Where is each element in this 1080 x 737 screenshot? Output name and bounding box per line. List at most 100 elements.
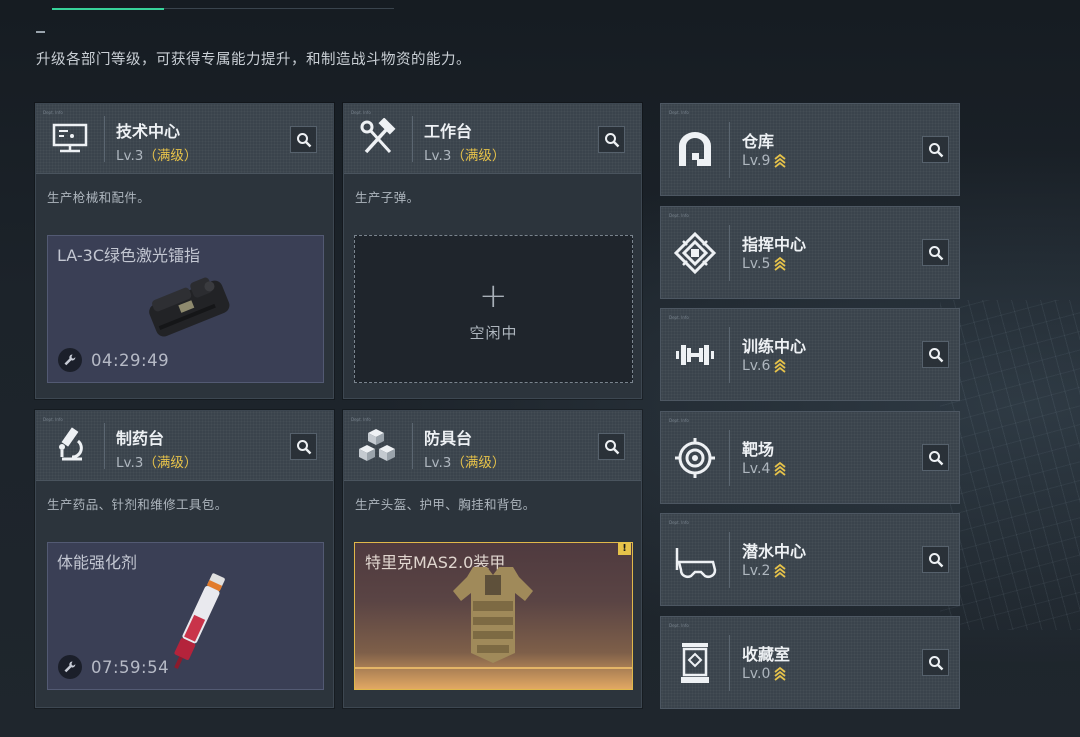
level-text: Lv.9 bbox=[742, 153, 771, 169]
upgrade-chevron-icon bbox=[774, 666, 786, 682]
diving-mask-icon bbox=[673, 538, 717, 582]
header-divider bbox=[104, 116, 105, 162]
dept-level: Lv.4 bbox=[742, 461, 786, 477]
timer-text: 04:29:49 bbox=[91, 350, 170, 370]
card-tag: Dept. Info bbox=[669, 110, 689, 115]
inspect-button[interactable] bbox=[598, 433, 625, 460]
glow-line bbox=[355, 667, 632, 669]
warehouse-icon bbox=[673, 128, 717, 172]
section-dash bbox=[36, 31, 45, 33]
upgrade-chevron-icon bbox=[774, 153, 786, 169]
header-divider bbox=[729, 225, 730, 281]
inspect-button[interactable] bbox=[922, 136, 949, 163]
upgrade-chevron-icon bbox=[774, 461, 786, 477]
dept-card-command-center[interactable]: Dept. Info 指挥中心 Lv.5 bbox=[660, 206, 960, 299]
dept-name: 防具台 bbox=[424, 429, 473, 448]
card-tag: Dept. Info bbox=[669, 418, 689, 423]
header-divider bbox=[412, 116, 413, 162]
inspect-button[interactable] bbox=[922, 341, 949, 368]
inspect-button[interactable] bbox=[922, 239, 949, 266]
dept-level: Lv.2 bbox=[742, 563, 786, 579]
search-icon bbox=[928, 142, 943, 157]
production-timer: 04:29:49 bbox=[58, 348, 169, 372]
idle-label: 空闲中 bbox=[469, 324, 518, 342]
upgrade-chevron-icon bbox=[774, 256, 786, 272]
inspect-button[interactable] bbox=[290, 126, 317, 153]
card-tag: Dept. Info bbox=[669, 520, 689, 525]
card-header: Dept. Info 制药台 Lv.3（满级） bbox=[36, 411, 333, 481]
hammer-wrench-icon bbox=[356, 117, 400, 158]
max-level-badge: （满级） bbox=[143, 455, 198, 471]
dept-name: 靶场 bbox=[742, 440, 775, 459]
dept-card-diving-center[interactable]: Dept. Info 潜水中心 Lv.2 bbox=[660, 513, 960, 606]
search-icon bbox=[928, 245, 943, 260]
dept-level: Lv.5 bbox=[742, 256, 786, 272]
dept-description: 生产头盔、护甲、胸挂和背包。 bbox=[355, 497, 536, 512]
cubes-icon bbox=[356, 425, 400, 465]
timer-text: 07:59:54 bbox=[91, 657, 170, 677]
dept-card-training-center[interactable]: Dept. Info 训练中心 Lv.6 bbox=[660, 308, 960, 401]
ready-alert-badge: ! bbox=[618, 542, 631, 555]
syringe-image bbox=[174, 573, 225, 669]
card-tag: Dept. Info bbox=[669, 623, 689, 628]
dept-card-tech-center[interactable]: Dept. Info 技术中心 Lv.3（满级） 生产枪械和配件。 LA-3C绿… bbox=[35, 103, 334, 399]
level-text: Lv.0 bbox=[742, 666, 771, 682]
tab-bar-line bbox=[164, 8, 394, 9]
header-divider bbox=[729, 430, 730, 486]
card-tag: Dept. Info bbox=[43, 110, 63, 115]
level-text: Lv.3 bbox=[116, 148, 144, 164]
inspect-button[interactable] bbox=[922, 444, 949, 471]
level-text: Lv.3 bbox=[116, 455, 144, 471]
dept-card-shooting-range[interactable]: Dept. Info 靶场 Lv.4 bbox=[660, 411, 960, 504]
dept-card-collection-room[interactable]: Dept. Info 收藏室 Lv.0 bbox=[660, 616, 960, 709]
dept-card-pharmacy[interactable]: Dept. Info 制药台 Lv.3（满级） 生产药品、针剂和维修工具包。 体… bbox=[35, 410, 334, 708]
search-icon bbox=[928, 552, 943, 567]
upgrade-chevron-icon bbox=[774, 358, 786, 374]
dept-card-warehouse[interactable]: Dept. Info 仓库 Lv.9 bbox=[660, 103, 960, 196]
card-tag: Dept. Info bbox=[669, 213, 689, 218]
dept-name: 训练中心 bbox=[742, 337, 807, 356]
header-divider bbox=[412, 423, 413, 469]
idle-production-slot[interactable]: + 空闲中 bbox=[354, 235, 633, 383]
display-case-icon bbox=[673, 641, 717, 685]
completed-production-slot[interactable]: 特里克MAS2.0装甲 ! bbox=[354, 542, 633, 690]
level-text: Lv.3 bbox=[424, 455, 452, 471]
wrench-icon bbox=[58, 348, 82, 372]
card-header: Dept. Info 技术中心 Lv.3（满级） bbox=[36, 104, 333, 174]
inspect-button[interactable] bbox=[922, 546, 949, 573]
upgrade-chevron-icon bbox=[774, 563, 786, 579]
dept-level: Lv.3（满级） bbox=[116, 451, 197, 471]
microscope-icon bbox=[48, 425, 92, 465]
level-text: Lv.2 bbox=[742, 563, 771, 579]
inspect-button[interactable] bbox=[922, 649, 949, 676]
max-level-badge: （满级） bbox=[143, 148, 198, 164]
dept-level: Lv.6 bbox=[742, 358, 786, 374]
dept-name: 工作台 bbox=[424, 122, 473, 141]
active-tab-indicator bbox=[52, 8, 164, 10]
product-name: LA-3C绿色激光镭指 bbox=[57, 246, 201, 265]
production-slot[interactable]: 体能强化剂 07:59:54 bbox=[47, 542, 324, 690]
dept-name: 潜水中心 bbox=[742, 542, 807, 561]
dept-name: 技术中心 bbox=[116, 122, 181, 141]
wrench-icon bbox=[58, 655, 82, 679]
level-text: Lv.4 bbox=[742, 461, 771, 477]
inspect-button[interactable] bbox=[290, 433, 317, 460]
header-divider bbox=[729, 327, 730, 383]
search-icon bbox=[928, 655, 943, 670]
dept-level: Lv.3（满级） bbox=[116, 144, 197, 164]
dept-card-workbench[interactable]: Dept. Info 工作台 Lv.3（满级） 生产子弹。 + 空闲中 bbox=[343, 103, 642, 399]
header-divider bbox=[729, 122, 730, 178]
card-header: Dept. Info 工作台 Lv.3（满级） bbox=[344, 104, 641, 174]
production-timer: 07:59:54 bbox=[58, 655, 169, 679]
production-slot[interactable]: LA-3C绿色激光镭指 04:29:49 bbox=[47, 235, 324, 383]
dept-level: Lv.3（满级） bbox=[424, 144, 505, 164]
dumbbell-icon bbox=[673, 333, 717, 377]
dept-card-armor-bench[interactable]: Dept. Info 防具台 Lv.3（满级） 生产头盔、护甲、胸挂和背包。 特… bbox=[343, 410, 642, 708]
dept-name: 仓库 bbox=[742, 132, 775, 151]
level-text: Lv.5 bbox=[742, 256, 771, 272]
inspect-button[interactable] bbox=[598, 126, 625, 153]
level-text: Lv.3 bbox=[424, 148, 452, 164]
dept-name: 制药台 bbox=[116, 429, 165, 448]
page-subtitle: 升级各部门等级，可获得专属能力提升，和制造战斗物资的能力。 bbox=[36, 52, 471, 68]
level-text: Lv.6 bbox=[742, 358, 771, 374]
